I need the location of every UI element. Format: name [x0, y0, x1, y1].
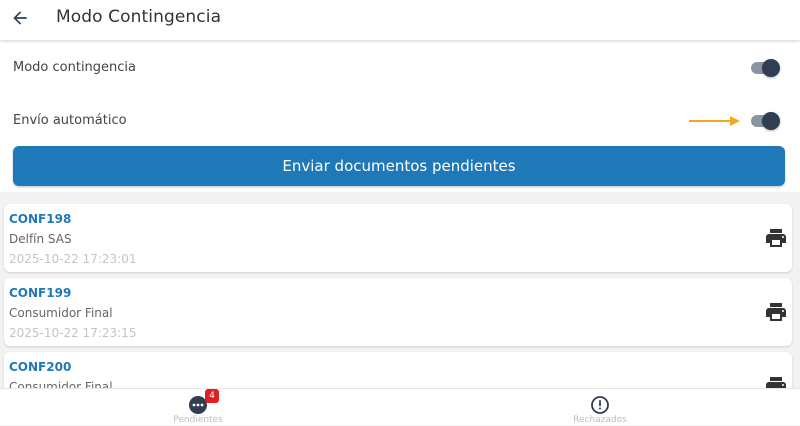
setting-label: Envío automático [13, 113, 127, 128]
document-date: 2025-10-22 17:23:01 [9, 252, 137, 266]
list-item[interactable]: CONF198 Delfín SAS 2025-10-22 17:23:01 [4, 204, 792, 272]
annotation-arrow-icon [689, 116, 740, 126]
alert-circle-icon [591, 396, 609, 414]
toggle-thumb [762, 112, 780, 130]
nav-tab-pendientes[interactable]: 4 Pendientes [138, 389, 258, 426]
nav-tab-rechazados[interactable]: Rechazados [540, 389, 660, 426]
printer-icon[interactable] [764, 300, 788, 324]
setting-row-auto-send: Envío automático [0, 101, 800, 141]
printer-icon[interactable] [764, 374, 788, 388]
document-client: Delfín SAS [9, 232, 72, 246]
contingency-mode-toggle[interactable] [749, 58, 781, 78]
arrow-left-icon [13, 11, 27, 25]
page-title: Modo Contingencia [56, 7, 222, 27]
pending-count-badge: 4 [205, 389, 219, 403]
auto-send-toggle[interactable] [749, 111, 781, 131]
document-id: CONF199 [9, 286, 72, 300]
nav-tab-label: Rechazados [573, 415, 627, 425]
toggle-thumb [762, 59, 780, 77]
nav-tab-label: Pendientes [173, 415, 223, 425]
document-date: 2025-10-22 17:23:15 [9, 326, 137, 340]
document-id: CONF198 [9, 212, 72, 226]
document-client: Consumidor Final [9, 306, 113, 320]
setting-row-contingency-mode: Modo contingencia [0, 48, 800, 88]
setting-label: Modo contingencia [13, 60, 137, 75]
document-id: CONF200 [9, 360, 72, 374]
back-button[interactable] [8, 6, 32, 30]
document-client: Consumidor Final [9, 380, 113, 388]
bottom-navigation: 4 Pendientes Rechazados [0, 388, 800, 425]
list-item[interactable]: CONF199 Consumidor Final 2025-10-22 17:2… [4, 278, 792, 346]
printer-icon[interactable] [764, 226, 788, 250]
app-bar: Modo Contingencia [0, 0, 800, 40]
list-item[interactable]: CONF200 Consumidor Final [4, 352, 792, 388]
send-pending-documents-button[interactable]: Enviar documentos pendientes [13, 146, 785, 186]
pending-documents-list: CONF198 Delfín SAS 2025-10-22 17:23:01 C… [0, 196, 800, 388]
